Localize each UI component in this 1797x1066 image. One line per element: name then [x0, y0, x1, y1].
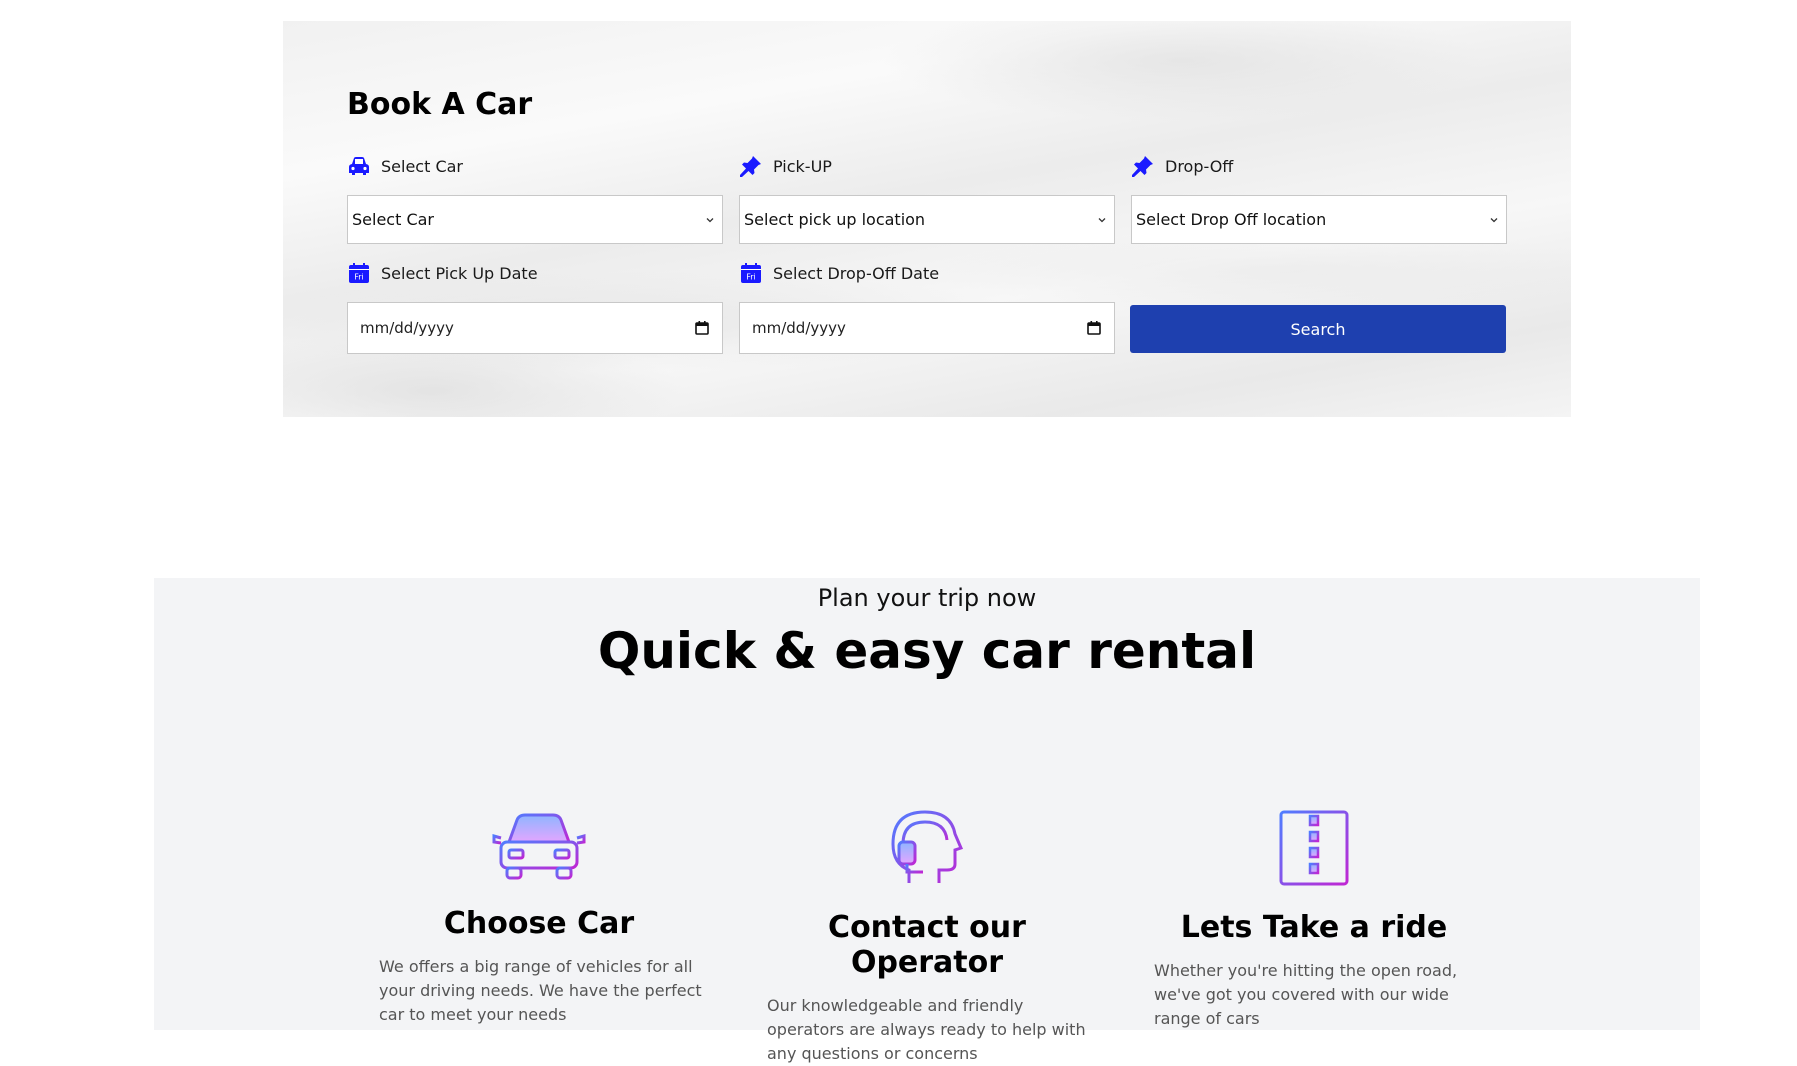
drop-off-label-row: Drop-Off — [1131, 154, 1233, 178]
feature-take-ride: Lets Take a ride Whether you're hitting … — [1149, 808, 1479, 1031]
plan-trip-section: Plan your trip now Quick & easy car rent… — [154, 578, 1700, 1063]
feature-contact-operator: Contact our Operator Our knowledgeable a… — [762, 808, 1092, 1066]
select-car-label-row: Select Car — [347, 154, 463, 178]
drop-off-date-input[interactable]: mm/dd/yyyy — [739, 302, 1115, 354]
drop-off-label: Drop-Off — [1165, 156, 1234, 176]
road-icon — [1279, 810, 1349, 886]
pick-up-dropdown[interactable]: Select pick up location — [739, 195, 1115, 244]
pin-icon — [1131, 154, 1155, 178]
calendar-icon: Fri — [347, 261, 371, 285]
pick-up-label-row: Pick-UP — [739, 154, 832, 178]
plan-subtitle: Plan your trip now — [817, 584, 1037, 612]
pick-up-date-placeholder: mm/dd/yyyy — [360, 319, 454, 337]
car-icon — [492, 813, 586, 880]
drop-off-date-label: Select Drop-Off Date — [773, 263, 940, 283]
feature-text: Whether you're hitting the open road, we… — [1154, 961, 1458, 1028]
operator-icon — [891, 810, 964, 883]
chevron-down-icon — [1488, 211, 1500, 230]
pick-up-date-label-row: Fri Select Pick Up Date — [347, 261, 538, 285]
pin-icon — [739, 154, 763, 178]
plan-title: Quick & easy car rental — [597, 622, 1257, 680]
drop-off-date-label-row: Fri Select Drop-Off Date — [739, 261, 939, 285]
car-icon — [347, 154, 371, 178]
drop-off-value: Select Drop Off location — [1136, 210, 1327, 229]
pick-up-value: Select pick up location — [744, 210, 926, 229]
feature-text: We offers a big range of vehicles for al… — [379, 957, 702, 1024]
feature-choose-car: Choose Car We offers a big range of vehi… — [374, 808, 704, 1027]
book-car-panel: Book A Car Select Car Select Car Pick-UP… — [283, 21, 1571, 417]
calendar-icon: Fri — [739, 261, 763, 285]
feature-text: Our knowledgeable and friendly operators… — [767, 996, 1086, 1063]
select-car-label: Select Car — [381, 156, 463, 176]
pick-up-label: Pick-UP — [773, 156, 832, 176]
pick-up-date-label: Select Pick Up Date — [381, 263, 538, 283]
calendar-picker-icon[interactable] — [1086, 320, 1102, 340]
select-car-dropdown[interactable]: Select Car — [347, 195, 723, 244]
svg-text:Fri: Fri — [746, 273, 756, 282]
chevron-down-icon — [1096, 211, 1108, 230]
search-button[interactable]: Search — [1130, 305, 1506, 353]
feature-title: Choose Car — [443, 906, 635, 941]
svg-text:Fri: Fri — [354, 273, 364, 282]
feature-title: Contact our Operator — [828, 910, 1026, 980]
chevron-down-icon — [704, 211, 716, 230]
feature-title: Lets Take a ride — [1180, 910, 1448, 945]
drop-off-date-placeholder: mm/dd/yyyy — [752, 319, 846, 337]
select-car-value: Select Car — [352, 210, 434, 229]
drop-off-dropdown[interactable]: Select Drop Off location — [1131, 195, 1507, 244]
book-car-title: Book A Car — [347, 87, 533, 122]
pick-up-date-input[interactable]: mm/dd/yyyy — [347, 302, 723, 354]
calendar-picker-icon[interactable] — [694, 320, 710, 340]
